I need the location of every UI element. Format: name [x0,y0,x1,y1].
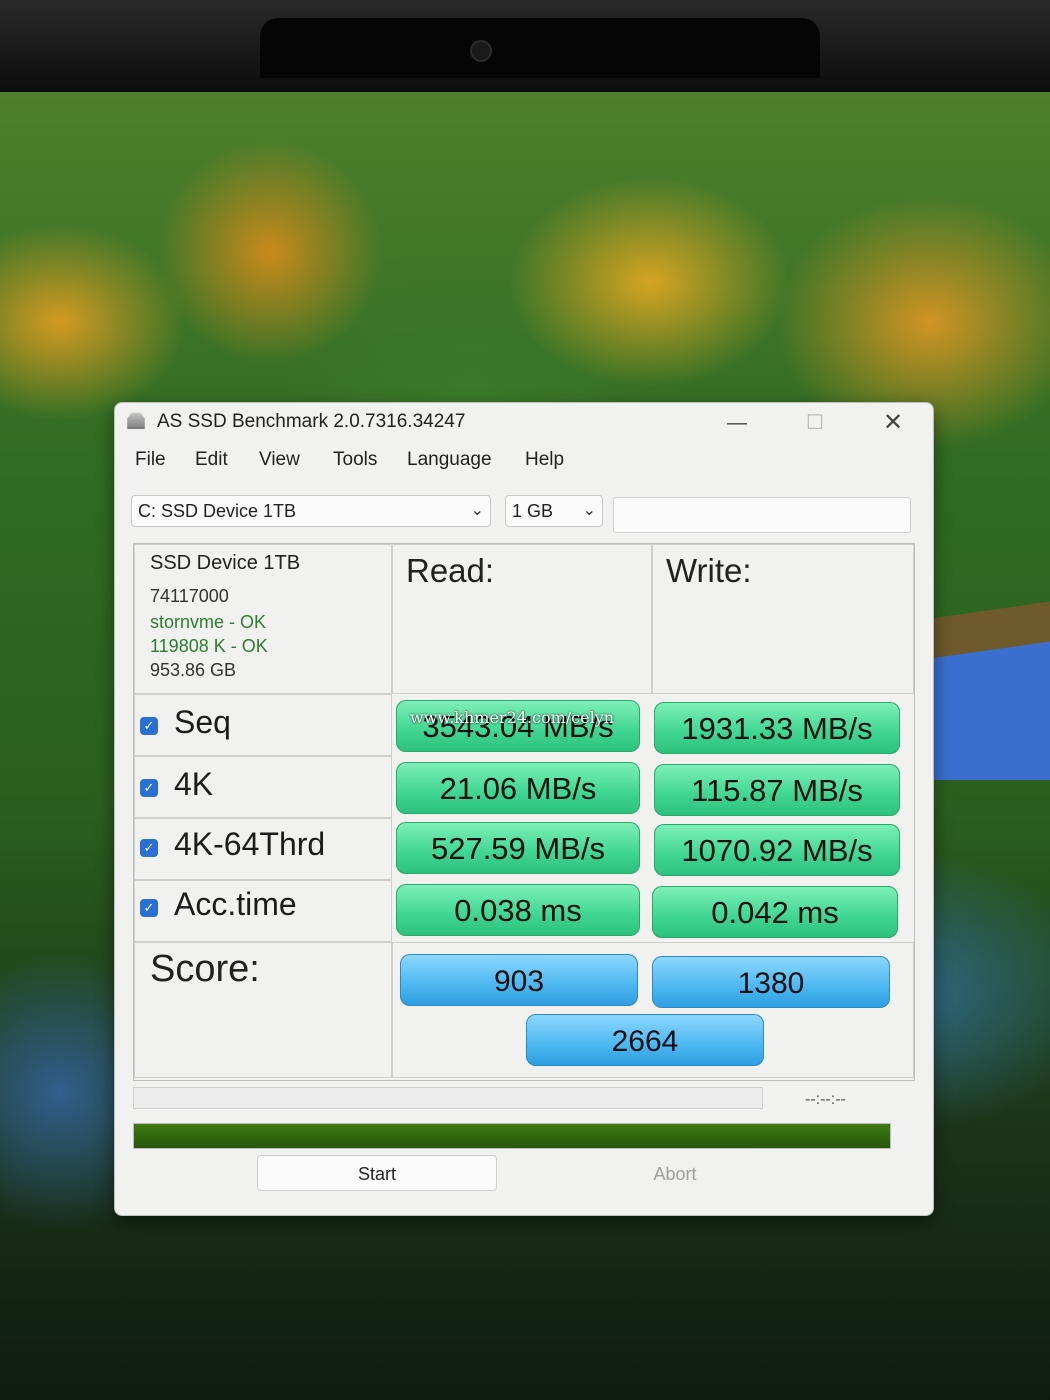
menu-tools[interactable]: Tools [333,449,377,471]
test-label: Seq [174,704,231,740]
checkbox-checked-icon[interactable]: ✓ [140,839,158,857]
test-label: Acc.time [174,886,297,922]
minimize-button[interactable]: — [715,409,759,437]
write-score: 1380 [652,956,890,1008]
4k-write-value: 115.87 MB/s [654,764,900,816]
score-label: Score: [150,948,260,990]
row-cell [134,694,392,756]
drive-select-value: C: SSD Device 1TB [138,501,297,521]
size-select-value: 1 GB [512,501,554,521]
checkbox-checked-icon[interactable]: ✓ [140,899,158,917]
menu-language[interactable]: Language [407,449,492,471]
read-score: 903 [400,954,638,1006]
read-column-header: Read: [406,552,495,589]
device-name: SSD Device 1TB [150,552,301,574]
abort-button[interactable]: Abort [555,1155,795,1191]
webcam [470,40,492,62]
acc-read-value: 0.038 ms [396,884,640,936]
row-cell [134,756,392,818]
wallpaper-house [930,640,1050,780]
acc-write-value: 0.042 ms [652,886,898,938]
close-button[interactable]: ✕ [871,409,915,437]
bezel-notch [260,18,820,78]
status-field [613,497,911,533]
menu-edit[interactable]: Edit [195,449,228,471]
menu-file[interactable]: File [135,449,166,471]
overall-progress-bar [133,1123,891,1149]
driver-status: stornvme - OK [150,612,267,632]
watermark-text: www.khmer24.com/celyn [410,708,615,727]
checkbox-checked-icon[interactable]: ✓ [140,779,158,797]
alignment-status: 119808 K - OK [150,636,268,656]
menu-view[interactable]: View [259,449,300,471]
test-label: 4K-64Thrd [174,826,326,862]
test-label: 4K [174,766,214,802]
total-score: 2664 [526,1014,764,1066]
drive-select[interactable]: C: SSD Device 1TB ⌄ [131,495,491,527]
window-title: AS SSD Benchmark 2.0.7316.34247 [157,411,466,432]
menu-help[interactable]: Help [525,449,564,471]
as-ssd-window: AS SSD Benchmark 2.0.7316.34247 — ☐ ✕ Fi… [114,402,934,1216]
test-progress-track [133,1087,763,1109]
title-bar[interactable]: AS SSD Benchmark 2.0.7316.34247 — ☐ ✕ [115,403,933,443]
write-column-header: Write: [666,552,752,589]
size-select[interactable]: 1 GB ⌄ [505,495,603,527]
chevron-down-icon: ⌄ [582,502,596,519]
seq-write-value: 1931.33 MB/s [654,702,900,754]
results-grid: SSD Device 1TB 74117000 stornvme - OK 11… [133,543,915,1081]
4k64-read-value: 527.59 MB/s [396,822,640,874]
start-button[interactable]: Start [257,1155,497,1191]
chevron-down-icon: ⌄ [470,502,484,519]
monitor-bezel [0,0,1050,92]
device-capacity: 953.86 GB [150,660,237,680]
elapsed-time: --:--:-- [805,1091,846,1108]
maximize-button[interactable]: ☐ [793,409,837,437]
device-id: 74117000 [150,586,229,606]
4k-read-value: 21.06 MB/s [396,762,640,814]
progress-fill [134,1124,890,1148]
4k64-write-value: 1070.92 MB/s [654,824,900,876]
app-icon [127,412,145,429]
checkbox-checked-icon[interactable]: ✓ [140,717,158,735]
menu-bar: File Edit View Tools Language Help [115,449,933,477]
